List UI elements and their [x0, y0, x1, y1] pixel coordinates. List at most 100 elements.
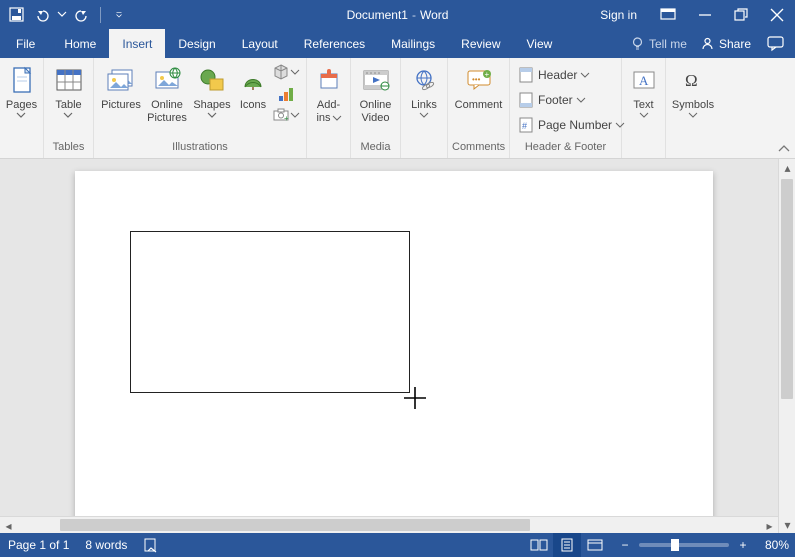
page-indicator[interactable]: Page 1 of 1: [8, 538, 69, 552]
header-icon: [518, 67, 534, 83]
word-count[interactable]: 8 words: [85, 538, 127, 552]
tab-references[interactable]: References: [291, 29, 378, 58]
scroll-left-icon[interactable]: ◂: [0, 517, 17, 533]
svg-text:A: A: [639, 73, 649, 88]
zoom-in-button[interactable]: +: [735, 538, 751, 552]
label-l2: ins: [316, 112, 330, 124]
group-comments: •••+ Comment Comments: [448, 58, 510, 158]
group-symbols-label: [670, 141, 716, 156]
threed-icon: [273, 64, 289, 80]
sign-in-button[interactable]: Sign in: [588, 0, 649, 29]
tab-insert[interactable]: Insert: [109, 29, 165, 58]
tab-mailings[interactable]: Mailings: [378, 29, 448, 58]
page-number-icon: #: [518, 117, 534, 133]
table-button[interactable]: Table: [48, 62, 89, 140]
table-icon: [53, 64, 85, 96]
scroll-down-icon[interactable]: ▾: [779, 516, 795, 533]
share-button[interactable]: Share: [701, 37, 751, 51]
share-icon: [701, 37, 714, 50]
scroll-thumb[interactable]: [60, 519, 530, 531]
group-links: Links: [401, 58, 448, 158]
maximize-icon[interactable]: [723, 0, 759, 29]
tab-label: Mailings: [391, 37, 435, 51]
tab-review[interactable]: Review: [448, 29, 513, 58]
titlebar-right: Sign in: [588, 0, 795, 29]
page-number-button[interactable]: # Page Number: [514, 114, 622, 136]
link-icon: [408, 64, 440, 96]
doc-title: Document1: [347, 8, 408, 22]
app-title: Word: [420, 8, 448, 22]
scroll-thumb[interactable]: [781, 179, 793, 399]
pictures-button[interactable]: Pictures: [98, 62, 144, 140]
document-area: ▴ ▾ ◂ ▸: [0, 159, 795, 533]
group-links-label: [405, 141, 443, 156]
ribbon-display-options-icon[interactable]: [649, 0, 687, 29]
tab-design[interactable]: Design: [165, 29, 228, 58]
footer-icon: [518, 92, 534, 108]
tell-me-search[interactable]: Tell me: [631, 37, 687, 51]
quick-access-toolbar: [0, 0, 131, 29]
close-icon[interactable]: [759, 0, 795, 29]
group-pages-label: [4, 141, 39, 156]
text-button[interactable]: A Text: [626, 62, 661, 140]
proofing-icon[interactable]: [143, 537, 159, 553]
save-icon[interactable]: [4, 3, 28, 27]
textbox-icon: A: [628, 64, 660, 96]
zoom-slider[interactable]: [639, 543, 729, 547]
screenshot-button[interactable]: +: [272, 108, 300, 122]
header-button[interactable]: Header: [514, 64, 622, 86]
minimize-icon[interactable]: [687, 0, 723, 29]
vertical-scrollbar[interactable]: ▴ ▾: [778, 159, 795, 533]
feedback-icon[interactable]: [765, 37, 787, 51]
scroll-up-icon[interactable]: ▴: [779, 159, 795, 176]
document-page[interactable]: [75, 171, 713, 516]
footer-button[interactable]: Footer: [514, 89, 622, 111]
tab-view[interactable]: View: [514, 29, 566, 58]
separator: [100, 7, 101, 23]
collapse-ribbon-icon[interactable]: [779, 143, 789, 154]
shapes-button[interactable]: Shapes: [190, 62, 234, 140]
tab-layout[interactable]: Layout: [229, 29, 291, 58]
zoom-percent[interactable]: 80%: [765, 538, 789, 552]
smartart-button[interactable]: [272, 86, 300, 102]
comment-icon: •••+: [463, 64, 495, 96]
tab-file[interactable]: File: [0, 29, 51, 58]
threed-models-button[interactable]: [272, 64, 300, 80]
shapes-icon: [196, 64, 228, 96]
online-video-button[interactable]: OnlineVideo: [355, 62, 396, 140]
comment-button[interactable]: •••+ Comment: [452, 62, 505, 140]
group-illustrations: Pictures OnlinePictures Shapes Icons + I…: [94, 58, 307, 158]
zoom-slider-thumb[interactable]: [671, 539, 679, 551]
table-label: Table: [55, 99, 81, 111]
zoom-out-button[interactable]: −: [617, 538, 633, 552]
customize-qat-icon[interactable]: [107, 3, 131, 27]
print-layout-icon[interactable]: [553, 533, 581, 557]
read-mode-icon[interactable]: [525, 533, 553, 557]
drawn-rectangle-shape[interactable]: [130, 231, 410, 393]
online-pictures-button[interactable]: OnlinePictures: [144, 62, 190, 140]
tab-home[interactable]: Home: [51, 29, 109, 58]
horizontal-scrollbar[interactable]: ◂ ▸: [0, 516, 778, 533]
tab-file-label: File: [16, 37, 35, 51]
addins-button[interactable]: Add-ins: [311, 62, 346, 140]
undo-split-icon[interactable]: [56, 3, 68, 27]
web-layout-icon[interactable]: [581, 533, 609, 557]
links-label: Links: [411, 99, 437, 111]
scroll-right-icon[interactable]: ▸: [761, 517, 778, 533]
pages-button[interactable]: Pages: [4, 62, 39, 140]
page-number-label: Page Number: [538, 118, 612, 132]
links-button[interactable]: Links: [405, 62, 443, 140]
group-media-label: Media: [355, 141, 396, 156]
pictures-icon: [105, 64, 137, 96]
icons-button[interactable]: Icons: [234, 62, 272, 140]
symbols-button[interactable]: Ω Symbols: [670, 62, 716, 140]
group-tables: Table Tables: [44, 58, 94, 158]
redo-icon[interactable]: [70, 3, 94, 27]
undo-icon[interactable]: [30, 3, 54, 27]
window-title: Document1 - Word: [347, 8, 449, 22]
group-addins-label: [311, 141, 346, 156]
tell-me-label: Tell me: [649, 37, 687, 51]
tab-label: Design: [178, 37, 215, 51]
label-l1: Add-: [317, 99, 340, 111]
footer-label: Footer: [538, 93, 573, 107]
